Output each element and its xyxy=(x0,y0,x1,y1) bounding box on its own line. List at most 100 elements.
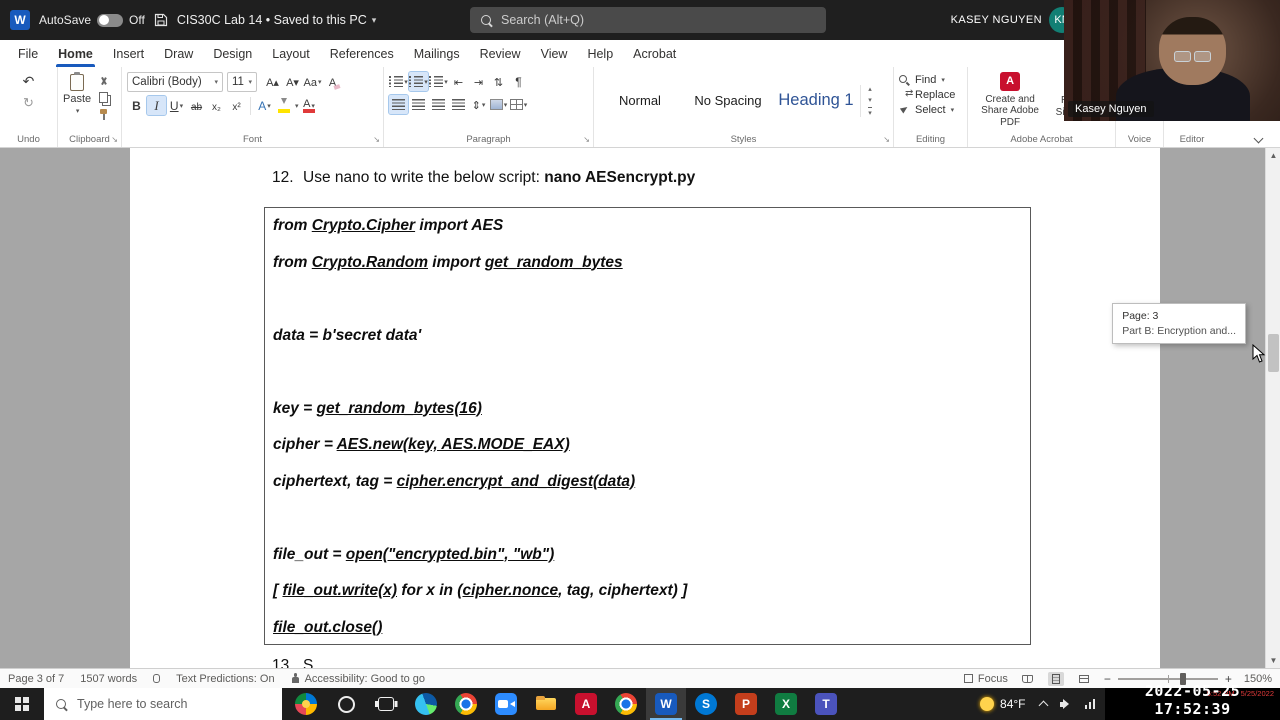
gallery-more-icon[interactable]: ▾ xyxy=(868,106,872,117)
underline-button[interactable]: ▾ xyxy=(167,96,186,115)
styles-dialog-launcher-icon[interactable] xyxy=(883,135,890,144)
gallery-down-icon[interactable]: ▾ xyxy=(868,96,872,104)
zoom-slider[interactable] xyxy=(1117,672,1218,685)
bullets-button[interactable]: ▾ xyxy=(389,72,408,91)
weather-widget[interactable]: 84°F xyxy=(980,697,1026,711)
scroll-up-icon[interactable]: ▲ xyxy=(1266,151,1280,160)
web-layout-button[interactable] xyxy=(1076,672,1092,686)
format-painter-button[interactable] xyxy=(94,107,113,120)
document-title[interactable]: CIS30C Lab 14 • Saved to this PC ▾ xyxy=(177,13,376,27)
create-share-pdf-button[interactable]: Create and Share Adobe PDF xyxy=(973,72,1047,129)
sort-button[interactable] xyxy=(489,72,508,91)
chrome-2-icon[interactable] xyxy=(606,688,646,720)
style-no-spacing[interactable]: No Spacing xyxy=(684,78,772,124)
excel-icon[interactable] xyxy=(766,688,806,720)
webcam-overlay[interactable]: Kasey Nguyen xyxy=(1064,0,1280,121)
tray-expand-icon[interactable] xyxy=(1038,700,1048,711)
cut-button[interactable] xyxy=(94,75,113,88)
paste-button[interactable]: Paste ▾ xyxy=(63,72,91,129)
shrink-font-button[interactable] xyxy=(283,73,302,92)
multilevel-list-button[interactable]: ▾ xyxy=(429,72,448,91)
style-normal[interactable]: Normal xyxy=(596,78,684,124)
focus-toggle[interactable]: Focus xyxy=(963,673,1008,685)
font-dialog-launcher-icon[interactable] xyxy=(373,135,380,144)
superscript-button[interactable] xyxy=(227,96,246,115)
taskbar-search-input[interactable] xyxy=(77,697,257,711)
find-button[interactable]: Find ▾ xyxy=(899,74,962,86)
tab-view[interactable]: View xyxy=(531,40,578,67)
widgets-icon[interactable] xyxy=(286,688,326,720)
align-right-button[interactable] xyxy=(429,95,448,114)
taskbar-search[interactable] xyxy=(44,688,282,720)
acrobat-icon[interactable] xyxy=(566,688,606,720)
text-effects-button[interactable]: ▾ xyxy=(255,96,274,115)
paragraph-dialog-launcher-icon[interactable] xyxy=(583,135,590,144)
taskbar-clock[interactable]: 5:52 PM 5/25/2022 2022-05-25 17:52:39 xyxy=(1105,682,1280,720)
tab-references[interactable]: References xyxy=(320,40,404,67)
tab-mailings[interactable]: Mailings xyxy=(404,40,470,67)
document-page[interactable]: 12. Use nano to write the below script: n… xyxy=(130,148,1160,668)
tab-acrobat[interactable]: Acrobat xyxy=(623,40,686,67)
search-input[interactable] xyxy=(501,13,781,27)
teams-icon[interactable] xyxy=(806,688,846,720)
line-spacing-button[interactable]: ▾ xyxy=(469,95,488,114)
skype-icon[interactable] xyxy=(686,688,726,720)
strikethrough-button[interactable] xyxy=(187,96,206,115)
grow-font-button[interactable] xyxy=(263,73,282,92)
powerpoint-icon[interactable] xyxy=(726,688,766,720)
align-center-button[interactable] xyxy=(409,95,428,114)
shading-button[interactable]: ▾ xyxy=(489,95,508,114)
style-heading-1[interactable]: Heading 1 xyxy=(772,78,860,124)
word-count[interactable]: 1507 words xyxy=(80,673,137,685)
zoom-icon[interactable] xyxy=(486,688,526,720)
scrollbar-thumb[interactable] xyxy=(1268,334,1279,372)
start-button[interactable] xyxy=(0,688,44,720)
subscript-button[interactable] xyxy=(207,96,226,115)
clear-formatting-button[interactable] xyxy=(323,73,342,92)
copy-button[interactable] xyxy=(94,91,113,104)
tab-file[interactable]: File xyxy=(8,40,48,67)
collapse-ribbon-button[interactable] xyxy=(1252,134,1266,144)
page-indicator[interactable]: Page 3 of 7 xyxy=(8,673,64,685)
chrome-icon[interactable] xyxy=(446,688,486,720)
tab-review[interactable]: Review xyxy=(470,40,531,67)
undo-button[interactable] xyxy=(19,72,38,91)
tab-design[interactable]: Design xyxy=(203,40,262,67)
italic-button[interactable] xyxy=(146,95,167,116)
borders-button[interactable]: ▾ xyxy=(509,95,528,114)
tab-insert[interactable]: Insert xyxy=(103,40,154,67)
print-layout-button[interactable] xyxy=(1047,671,1064,686)
text-predictions-status[interactable]: Text Predictions: On xyxy=(176,673,274,685)
titlebar-search[interactable] xyxy=(470,7,826,33)
font-color-button[interactable]: ▾ xyxy=(300,96,319,115)
autosave-toggle[interactable] xyxy=(97,13,124,27)
decrease-indent-button[interactable] xyxy=(449,72,468,91)
increase-indent-button[interactable] xyxy=(469,72,488,91)
redo-button[interactable] xyxy=(19,93,38,112)
replace-button[interactable]: Replace xyxy=(899,88,962,102)
word-icon[interactable] xyxy=(646,688,686,720)
save-icon[interactable] xyxy=(154,13,168,27)
font-size-combo[interactable]: 11 ▾ xyxy=(227,72,257,92)
scroll-down-icon[interactable]: ▼ xyxy=(1266,656,1280,665)
edge-icon[interactable] xyxy=(406,688,446,720)
tab-help[interactable]: Help xyxy=(577,40,623,67)
cortana-icon[interactable] xyxy=(326,688,366,720)
change-case-button[interactable]: ▾ xyxy=(303,73,322,92)
vertical-scrollbar[interactable]: ▲ ▼ xyxy=(1265,148,1280,668)
read-mode-button[interactable] xyxy=(1020,672,1036,686)
volume-icon[interactable] xyxy=(1059,699,1072,709)
task-view-icon[interactable] xyxy=(366,688,406,720)
justify-button[interactable] xyxy=(449,95,468,114)
account-name[interactable]: KASEY NGUYEN xyxy=(951,14,1042,26)
show-formatting-button[interactable] xyxy=(509,72,528,91)
network-icon[interactable] xyxy=(1084,699,1095,709)
accessibility-status[interactable]: Accessibility: Good to go xyxy=(291,673,425,685)
explorer-icon[interactable] xyxy=(526,688,566,720)
numbering-button[interactable]: ▾ xyxy=(408,71,429,92)
select-button[interactable]: Select ▾ xyxy=(899,104,962,116)
bold-button[interactable] xyxy=(127,96,146,115)
highlight-button[interactable]: ▾ xyxy=(275,96,299,115)
dictate-status[interactable] xyxy=(153,674,161,683)
font-name-combo[interactable]: Calibri (Body) ▾ xyxy=(127,72,223,92)
